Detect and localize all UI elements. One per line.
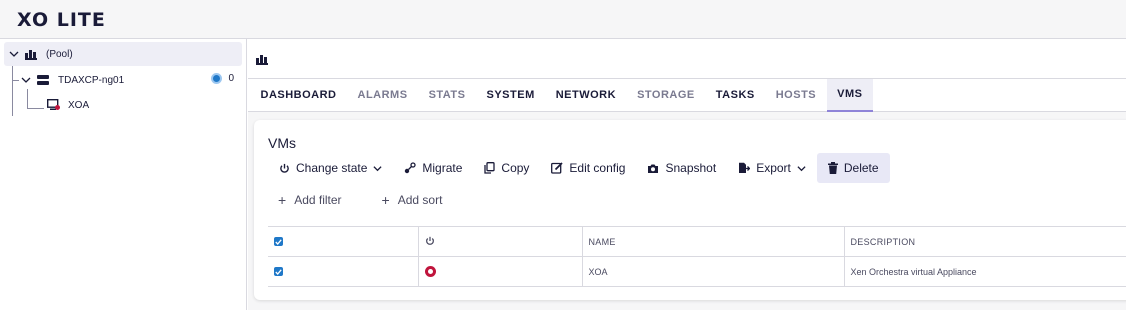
select-all-cell (268, 226, 418, 257)
page-header (248, 39, 1126, 79)
trash-icon (827, 162, 838, 174)
delete-button[interactable]: Delete (816, 153, 890, 183)
vm-name-cell[interactable]: XOA (581, 256, 844, 287)
pool-icon (24, 47, 38, 61)
tab-storage[interactable]: STORAGE (627, 79, 706, 112)
tree-connector (28, 108, 44, 109)
button-label: Add filter (294, 193, 342, 207)
tab-system[interactable]: SYSTEM (476, 79, 545, 112)
migrate-button[interactable]: Migrate (393, 153, 473, 183)
name-column-header[interactable]: NAME (581, 226, 844, 257)
tab-bar: DASHBOARD ALARMS STATS SYSTEM NETWORK ST… (248, 78, 1126, 112)
tab-stats[interactable]: STATS (418, 79, 476, 112)
change-state-button[interactable]: Change state (268, 153, 393, 183)
host-vm-count-badge: 0 (211, 73, 234, 84)
server-icon (36, 73, 50, 87)
vm-description-cell: Xen Orchestra virtual Appliance (843, 256, 1126, 287)
copy-icon (484, 162, 496, 174)
tree-item-vm[interactable]: XOA (46, 93, 242, 117)
top-bar: XO LITE (0, 0, 1126, 39)
tree-connector (27, 89, 28, 109)
button-label: Delete (843, 161, 879, 175)
power-state-cell (417, 256, 582, 287)
tree-connector (13, 80, 19, 81)
power-icon (279, 163, 290, 174)
snapshot-button[interactable]: Snapshot (636, 153, 727, 183)
add-filter-button[interactable]: + Add filter (278, 192, 342, 208)
description-column-header[interactable]: DESCRIPTION (843, 226, 1126, 257)
export-icon (738, 162, 751, 174)
app-logo[interactable]: XO LITE (17, 9, 106, 31)
plus-icon: + (381, 192, 390, 208)
tree-item-label: (Pool) (46, 48, 73, 60)
chevron-down-icon[interactable] (20, 74, 32, 86)
pool-icon (256, 52, 268, 70)
button-label: Add sort (397, 193, 443, 207)
table-row[interactable]: XOA Xen Orchestra virtual Appliance (268, 256, 1126, 287)
tab-tasks[interactable]: TASKS (705, 79, 765, 112)
filter-sort-bar: + Add filter + Add sort (278, 192, 482, 208)
tab-vms[interactable]: VMS (826, 78, 873, 112)
camera-icon (647, 163, 659, 174)
add-sort-button[interactable]: + Add sort (382, 192, 443, 208)
plus-icon: + (278, 192, 287, 208)
chevron-down-icon (797, 164, 806, 173)
card-title: VMs (268, 135, 296, 151)
button-label: Change state (296, 161, 368, 175)
running-status-icon (211, 73, 223, 84)
vm-actions-toolbar: Change state Migrate Copy Edit config Sn… (268, 153, 890, 183)
row-checkbox[interactable] (274, 267, 283, 276)
table-header-row: NAME DESCRIPTION (268, 226, 1126, 257)
sidebar-tree: (Pool) TDAXCP-ng01 0 XOA (0, 39, 247, 310)
migrate-icon (404, 162, 417, 174)
button-label: Migrate (422, 161, 463, 175)
tree-item-label: XOA (68, 99, 90, 111)
tab-alarms[interactable]: ALARMS (347, 79, 418, 112)
select-cell (268, 256, 418, 287)
vms-table: NAME DESCRIPTION XOA Xen Orchestra virtu (268, 226, 1126, 287)
tab-dashboard[interactable]: DASHBOARD (250, 79, 347, 112)
button-label: Export (756, 161, 791, 175)
edit-icon (551, 162, 564, 174)
tree-item-host[interactable]: TDAXCP-ng01 0 (20, 68, 242, 92)
power-state-header[interactable] (417, 226, 582, 257)
chevron-down-icon[interactable] (8, 48, 20, 60)
main-content: DASHBOARD ALARMS STATS SYSTEM NETWORK ST… (248, 39, 1126, 310)
edit-config-button[interactable]: Edit config (540, 153, 636, 183)
tree-item-pool[interactable]: (Pool) (4, 42, 242, 66)
tab-hosts[interactable]: HOSTS (765, 79, 826, 112)
button-label: Edit config (569, 161, 626, 175)
vm-halted-icon (46, 98, 60, 112)
power-icon (425, 236, 434, 245)
tree-connector (12, 64, 13, 116)
tab-network[interactable]: NETWORK (545, 79, 626, 112)
vms-card: VMs Change state Migrate Copy Edit confi… (254, 120, 1126, 300)
select-all-checkbox[interactable] (274, 237, 283, 246)
button-label: Snapshot (665, 161, 717, 175)
export-button[interactable]: Export (727, 153, 817, 183)
chevron-down-icon (373, 164, 382, 173)
halted-state-icon (424, 266, 436, 277)
copy-button[interactable]: Copy (473, 153, 540, 183)
tree-item-label: TDAXCP-ng01 (58, 74, 125, 86)
button-label: Copy (501, 161, 530, 175)
host-vm-count: 0 (228, 73, 234, 84)
